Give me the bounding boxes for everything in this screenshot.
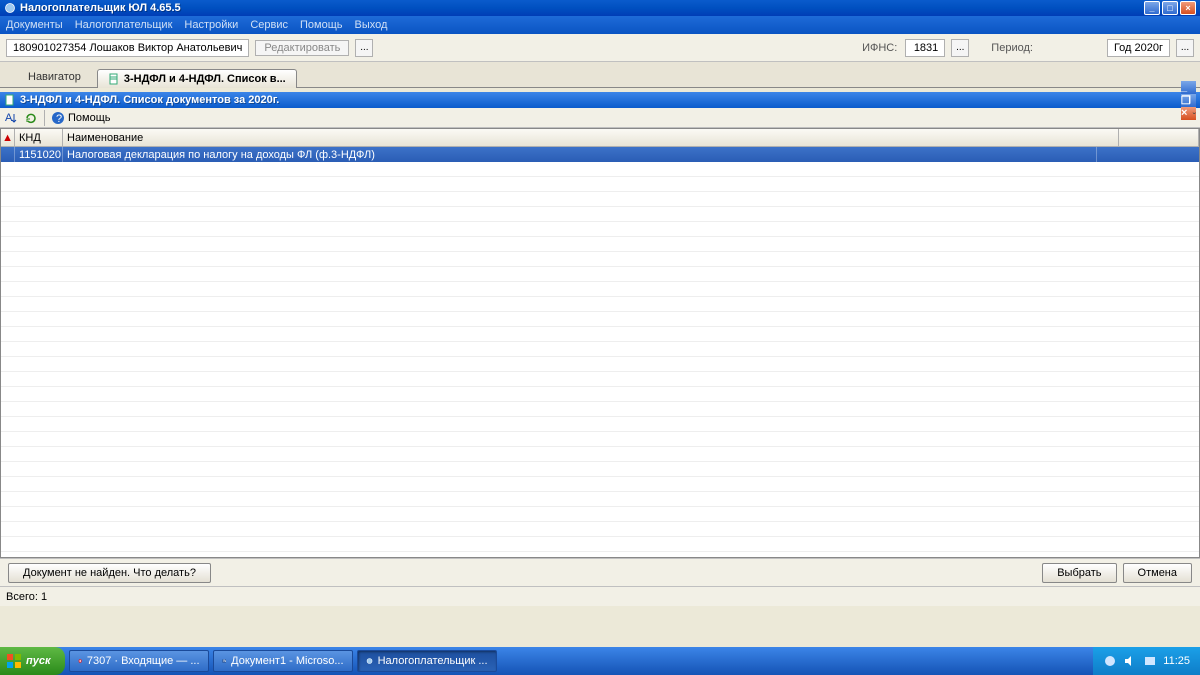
select-button[interactable]: Выбрать	[1042, 563, 1116, 583]
window-title: Налогоплательщик ЮЛ 4.65.5	[20, 2, 1144, 14]
tray-icon-3[interactable]	[1143, 654, 1157, 668]
clock[interactable]: 11:25	[1163, 655, 1190, 667]
navigator-tab-active[interactable]: 3-НДФЛ и 4-НДФЛ. Список в...	[97, 69, 297, 88]
inner-minimize-button[interactable]: _	[1181, 81, 1196, 94]
close-button[interactable]: ×	[1180, 1, 1196, 15]
refresh-icon[interactable]	[24, 111, 38, 125]
help-button[interactable]: ? Помощь	[51, 111, 111, 125]
sort-az-icon[interactable]: A	[4, 111, 18, 125]
menu-documents[interactable]: Документы	[6, 19, 63, 31]
taskbar-item-opera[interactable]: 7307 · Входящие — ...	[69, 650, 209, 672]
menubar: Документы Налогоплательщик Настройки Сер…	[0, 16, 1200, 34]
help-icon: ?	[51, 111, 65, 125]
col-sort-indicator[interactable]: ▲	[1, 129, 15, 146]
inner-doc-icon	[4, 94, 16, 106]
app-icon	[4, 2, 16, 14]
user-info: 180901027354 Лошаков Виктор Анатольевич	[6, 39, 249, 57]
ifns-value: 1831	[905, 39, 945, 57]
cell-knd: 1151020	[15, 147, 63, 162]
cancel-button[interactable]: Отмена	[1123, 563, 1192, 583]
tray-volume-icon[interactable]	[1123, 654, 1137, 668]
inner-titlebar: 3-НДФЛ и 4-НДФЛ. Список документов за 20…	[0, 92, 1200, 108]
bottom-bar: Документ не найден. Что делать? Выбрать …	[0, 558, 1200, 586]
svg-text:A: A	[5, 112, 13, 124]
inner-toolbar: A ? Помощь ˇ	[0, 108, 1200, 128]
not-found-help-button[interactable]: Документ не найден. Что делать?	[8, 563, 211, 583]
task2-label: Документ1 - Microso...	[231, 655, 343, 667]
task1-label: 7307 · Входящие — ...	[87, 655, 200, 667]
status-total: Всего: 1	[6, 591, 47, 603]
document-icon	[108, 73, 120, 85]
opera-icon	[78, 654, 82, 668]
start-button[interactable]: пуск	[0, 647, 65, 675]
windows-logo-icon	[6, 653, 22, 669]
start-label: пуск	[26, 655, 51, 667]
navigator-row: Навигатор 3-НДФЛ и 4-НДФЛ. Список в...	[0, 62, 1200, 88]
table-row[interactable]: 1151020 Налоговая декларация по налогу н…	[1, 147, 1199, 162]
menu-help[interactable]: Помощь	[300, 19, 343, 31]
period-more-button[interactable]: ...	[1176, 39, 1194, 57]
app-task-icon	[366, 654, 373, 668]
menu-exit[interactable]: Выход	[355, 19, 388, 31]
main-titlebar: Налогоплательщик ЮЛ 4.65.5 _ □ ×	[0, 0, 1200, 16]
menu-settings[interactable]: Настройки	[184, 19, 238, 31]
user-info-bar: 180901027354 Лошаков Виктор Анатольевич …	[0, 34, 1200, 62]
minimize-button[interactable]: _	[1144, 1, 1160, 15]
maximize-button[interactable]: □	[1162, 1, 1178, 15]
ifns-label: ИФНС:	[862, 42, 897, 54]
tray-icon-1[interactable]	[1103, 654, 1117, 668]
task3-label: Налогоплательщик ...	[378, 655, 488, 667]
svg-text:W: W	[223, 659, 227, 663]
system-tray: 11:25	[1093, 647, 1200, 675]
word-icon: W	[222, 654, 227, 668]
inner-title: 3-НДФЛ и 4-НДФЛ. Список документов за 20…	[20, 94, 1181, 106]
navigator-label[interactable]: Навигатор	[18, 67, 91, 87]
menu-service[interactable]: Сервис	[250, 19, 288, 31]
period-value: Год 2020г	[1107, 39, 1170, 57]
col-name[interactable]: Наименование	[63, 129, 1119, 146]
taskbar-item-app[interactable]: Налогоплательщик ...	[357, 650, 497, 672]
col-knd[interactable]: КНД	[15, 129, 63, 146]
taskbar-item-word[interactable]: W Документ1 - Microso...	[213, 650, 353, 672]
edit-button[interactable]: Редактировать	[255, 40, 349, 56]
cell-name: Налоговая декларация по налогу на доходы…	[63, 147, 1097, 162]
grid-header: ▲ КНД Наименование	[1, 129, 1199, 147]
inner-restore-button[interactable]: ❐	[1181, 94, 1196, 107]
period-label: Период:	[991, 42, 1033, 54]
toolbar-chevron-icon[interactable]: ˇ	[1193, 112, 1196, 123]
menu-taxpayer[interactable]: Налогоплательщик	[75, 19, 173, 31]
svg-text:?: ?	[56, 113, 62, 125]
ifns-more-button[interactable]: ...	[951, 39, 969, 57]
taskbar: пуск 7307 · Входящие — ... W Документ1 -…	[0, 647, 1200, 675]
col-spacer	[1119, 129, 1199, 146]
user-more-button[interactable]: ...	[355, 39, 373, 57]
tab-label: 3-НДФЛ и 4-НДФЛ. Список в...	[124, 73, 286, 85]
document-grid: ▲ КНД Наименование 1151020 Налоговая дек…	[0, 128, 1200, 558]
status-bar: Всего: 1	[0, 586, 1200, 606]
help-label: Помощь	[68, 112, 111, 124]
